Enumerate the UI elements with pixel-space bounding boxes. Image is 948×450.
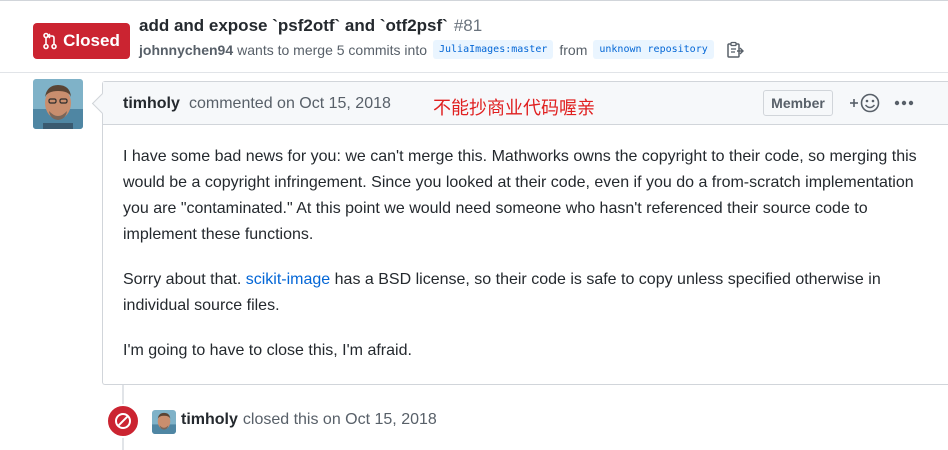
pr-header: Closed add and expose `psf2otf` and `otf… (0, 4, 948, 72)
comment-header: timholy commented on Oct 15, 2018 不能抄商业代… (103, 82, 948, 125)
circle-slash-icon (115, 413, 131, 429)
pr-author-link[interactable]: johnnychen94 (139, 42, 233, 58)
base-branch[interactable]: JuliaImages:master (433, 40, 554, 59)
comment-paragraph-2: Sorry about that. scikit-image has a BSD… (123, 267, 923, 319)
pr-meta: johnnychen94 wants to merge 5 commits in… (139, 40, 744, 59)
top-border (0, 0, 948, 1)
clipboard-icon[interactable] (726, 41, 744, 59)
comment-paragraph-1: I have some bad news for you: we can't m… (123, 148, 917, 243)
from-text: from (559, 41, 588, 58)
member-badge: Member (763, 90, 833, 116)
event-avatar[interactable] (152, 410, 176, 434)
scikit-image-link[interactable]: scikit-image (246, 271, 330, 288)
pr-title: add and expose `psf2otf` and `otf2psf` #8… (139, 16, 482, 36)
comment-box: timholy commented on Oct 15, 2018 不能抄商业代… (91, 81, 948, 385)
closed-event-text: timholy closed this on Oct 15, 2018 (181, 411, 437, 429)
smiley-add-icon[interactable] (848, 92, 882, 114)
comment-annotation: 不能抄商业代码喔亲 (433, 98, 595, 118)
state-label: Closed (63, 31, 120, 50)
kebab-icon[interactable] (893, 95, 915, 111)
event-actor-link[interactable]: timholy (181, 411, 238, 428)
avatar[interactable] (33, 79, 83, 129)
comment-timestamp[interactable]: commented on Oct 15, 2018 (189, 95, 391, 113)
event-description: closed this on Oct 15, 2018 (242, 411, 437, 428)
git-pull-request-icon (43, 32, 57, 50)
event-avatar-image (152, 410, 176, 434)
comment-author-link[interactable]: timholy (123, 95, 180, 113)
state-badge-closed: Closed (33, 23, 130, 59)
header-divider (0, 72, 948, 73)
avatar-image (33, 79, 83, 129)
pr-title-text: add and expose `psf2otf` and `otf2psf` (139, 16, 448, 35)
comment-paragraph-3: I'm going to have to close this, I'm afr… (123, 342, 412, 359)
head-branch[interactable]: unknown repository (593, 40, 714, 59)
pr-number: #81 (453, 16, 483, 35)
merge-text: wants to merge 5 commits into (237, 41, 427, 58)
comment-body: I have some bad news for you: we can't m… (123, 144, 923, 383)
closed-event-badge (106, 404, 140, 438)
paragraph-2-prefix: Sorry about that. (123, 271, 246, 288)
